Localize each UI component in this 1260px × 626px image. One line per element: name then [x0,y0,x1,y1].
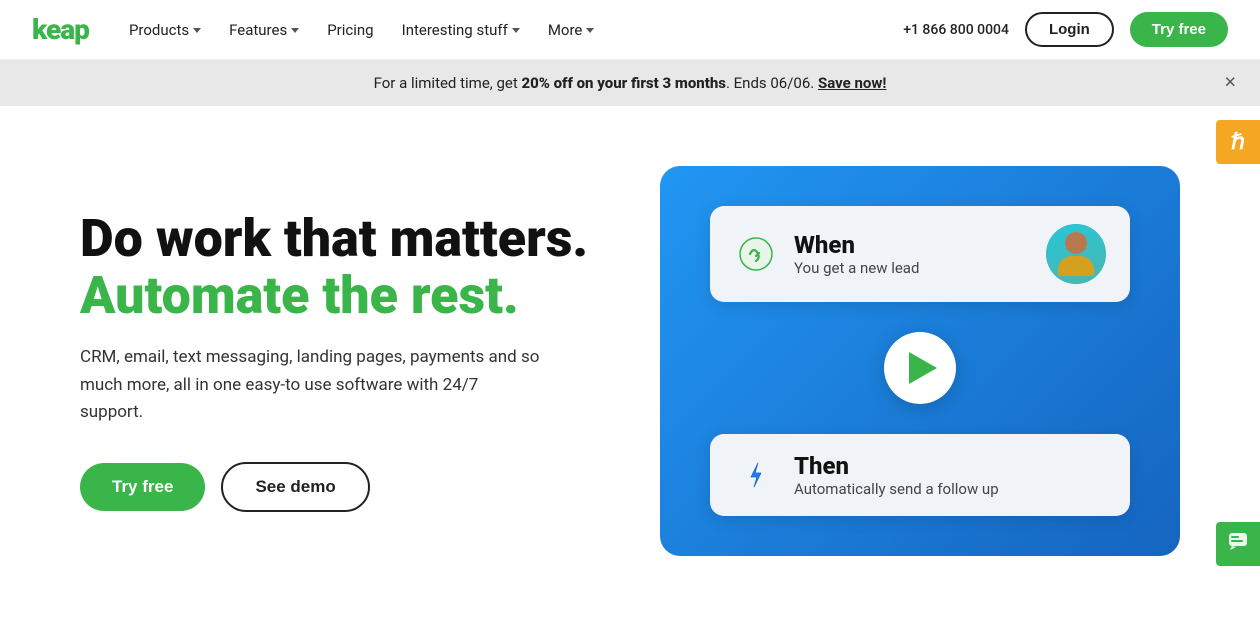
banner-text: For a limited time, get 20% off on your … [374,74,887,92]
then-card: Then Automatically send a follow up [710,434,1130,516]
nav-pricing[interactable]: Pricing [315,15,385,45]
play-button[interactable] [884,332,956,404]
login-button[interactable]: Login [1025,12,1114,47]
h-icon: ℏ [1231,130,1245,155]
navbar: keap Products Features Pricing Interesti… [0,0,1260,60]
chevron-down-icon [193,28,201,33]
banner-cta-link[interactable]: Save now! [818,74,886,92]
nav-features[interactable]: Features [217,15,311,45]
chevron-down-icon [512,28,520,33]
nav-links: Products Features Pricing Interesting st… [117,15,903,45]
automation-illustration: When You get a new lead [660,166,1180,556]
nav-more[interactable]: More [536,15,607,45]
banner-close-button[interactable]: × [1224,72,1236,95]
play-button-wrap [884,332,956,404]
play-icon [909,352,937,384]
nav-products[interactable]: Products [117,15,213,45]
try-free-nav-button[interactable]: Try free [1130,12,1228,47]
lead-avatar [1046,224,1106,284]
hero-heading: Do work that matters. Automate the rest. [80,210,600,324]
then-card-text: Then Automatically send a follow up [794,452,999,498]
hero-subtext: CRM, email, text messaging, landing page… [80,344,540,426]
hero-left: Do work that matters. Automate the rest.… [80,210,600,512]
hero-heading-green: Automate the rest. [80,265,519,326]
chevron-down-icon [291,28,299,33]
logo[interactable]: keap [32,13,89,46]
chat-icon [1227,531,1249,558]
chevron-down-icon [586,28,594,33]
promo-banner: For a limited time, get 20% off on your … [0,60,1260,106]
honey-widget-button[interactable]: ℏ [1216,120,1260,164]
when-card-text: When You get a new lead [794,231,919,277]
when-card: When You get a new lead [710,206,1130,302]
phone-number: +1 866 800 0004 [903,22,1009,38]
chat-button[interactable] [1216,522,1260,566]
banner-highlight: 20% off on your first 3 months [521,74,726,92]
then-icon [734,453,778,497]
try-free-hero-button[interactable]: Try free [80,463,205,511]
avatar-face [1046,224,1106,284]
when-icon [734,232,778,276]
hero-section: Do work that matters. Automate the rest.… [0,106,1260,606]
nav-interesting-stuff[interactable]: Interesting stuff [390,15,532,45]
see-demo-button[interactable]: See demo [221,462,369,512]
nav-right: +1 866 800 0004 Login Try free [903,12,1228,47]
hero-right: When You get a new lead [660,166,1180,556]
hero-buttons: Try free See demo [80,462,600,512]
